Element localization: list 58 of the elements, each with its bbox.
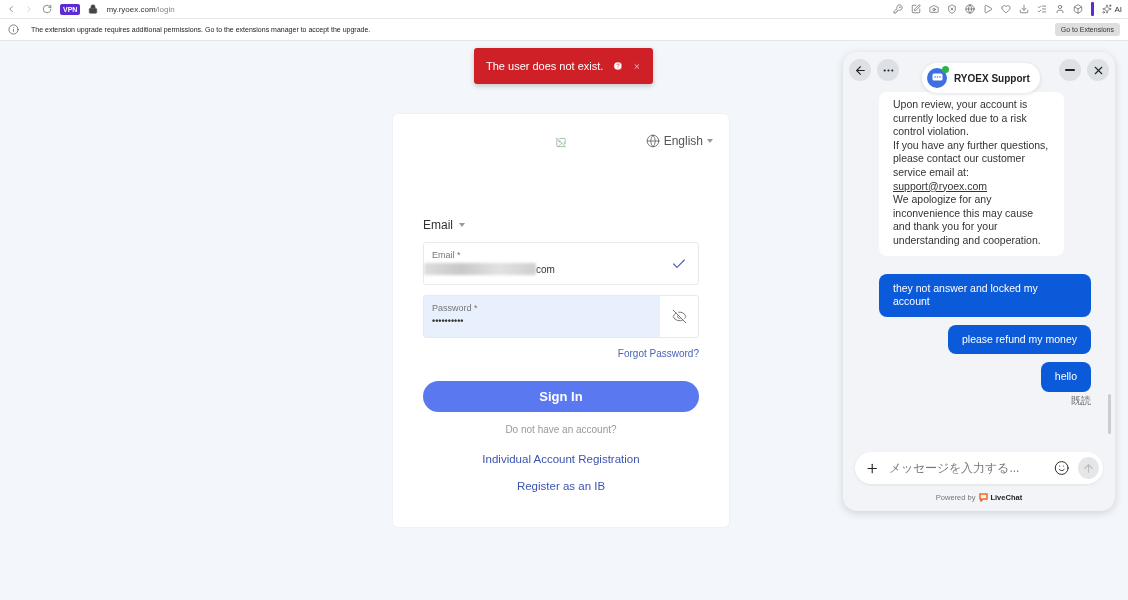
back-arrow-icon xyxy=(853,63,867,77)
heart-icon[interactable] xyxy=(1001,4,1012,14)
up-arrow-icon xyxy=(1081,461,1095,475)
info-icon xyxy=(8,24,19,35)
back-button[interactable] xyxy=(849,59,871,81)
field-label: Password * xyxy=(432,303,478,313)
field-value: com xyxy=(536,263,555,275)
cube-icon[interactable] xyxy=(1073,4,1084,14)
message-input-field[interactable]: メッセージを入力する... xyxy=(855,452,1103,484)
accent-bar xyxy=(1091,2,1095,16)
send-button[interactable] xyxy=(1077,457,1099,479)
minimize-icon xyxy=(1065,69,1075,71)
login-method-dropdown[interactable]: Email xyxy=(423,218,465,232)
shield-icon[interactable] xyxy=(947,4,958,14)
scrollbar[interactable] xyxy=(1108,394,1111,434)
eye-off-icon[interactable] xyxy=(671,309,687,324)
lock-icon xyxy=(88,4,99,14)
message-text: please refund my money xyxy=(962,332,1077,347)
forgot-password-link[interactable]: Forgot Password? xyxy=(617,348,699,359)
field-value: •••••••••• xyxy=(432,316,464,326)
chat-bubble-icon xyxy=(931,73,943,83)
field-label: Email * xyxy=(432,250,461,260)
email-field[interactable]: Email * com xyxy=(423,242,699,285)
emoji-icon[interactable] xyxy=(1054,460,1070,476)
no-account-text: Do not have an account? xyxy=(505,424,617,435)
broken-image-icon xyxy=(555,137,567,148)
key-icon[interactable] xyxy=(893,4,904,14)
message-text: If you have any further questions, please contact our customer service email at: xyxy=(893,138,1050,180)
message-text: Upon review, your account is currently locked due to a risk control violation. xyxy=(893,98,1029,139)
close-button[interactable] xyxy=(1087,59,1109,81)
profile-icon[interactable] xyxy=(1055,4,1066,14)
registration-link[interactable]: Individual Account Registration xyxy=(482,453,640,465)
message-text: they not answer and locked my account xyxy=(893,281,1039,309)
list-icon[interactable] xyxy=(1037,4,1048,14)
chat-title: RYOEX Support xyxy=(954,72,1030,84)
speech-bubble-icon xyxy=(979,493,989,502)
message-input[interactable]: メッセージを入力する... xyxy=(887,458,1047,478)
play-icon[interactable] xyxy=(983,4,994,14)
back-icon[interactable] xyxy=(6,4,16,14)
more-button[interactable] xyxy=(877,59,899,81)
sign-in-button[interactable]: Sign In xyxy=(423,381,699,412)
message-text: We apologize for any inconvenience this may cause and thank you for your understanding and cooperation. xyxy=(893,193,1042,248)
help-icon[interactable] xyxy=(613,59,624,73)
toast-message: The user does not exist. xyxy=(486,60,604,72)
password-field[interactable]: Password * •••••••••• xyxy=(423,295,699,338)
language-selector[interactable]: English xyxy=(645,134,713,148)
message-text: hello xyxy=(1054,370,1077,384)
minimize-button[interactable] xyxy=(1059,59,1081,81)
reload-icon[interactable] xyxy=(42,4,52,14)
registration-link[interactable]: Register as an IB xyxy=(516,480,606,492)
download-icon[interactable] xyxy=(1019,4,1030,14)
address-bar[interactable]: my.ryoex.com/login xyxy=(106,4,175,14)
camera-icon[interactable] xyxy=(929,4,940,14)
read-receipt: 既読 xyxy=(1071,393,1091,408)
email-link[interactable]: support@ryoex.com xyxy=(893,179,1050,194)
edit-icon[interactable] xyxy=(911,4,922,14)
globe-icon[interactable] xyxy=(965,4,976,14)
globe-icon xyxy=(645,134,660,148)
